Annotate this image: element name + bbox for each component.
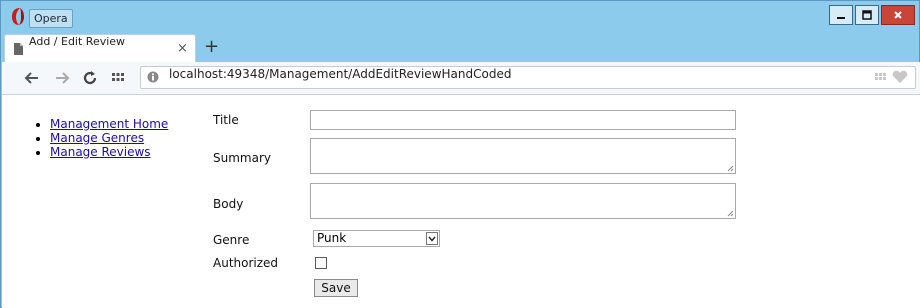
body-label: Body bbox=[213, 197, 244, 211]
resize-grip-icon[interactable] bbox=[727, 210, 734, 217]
summary-textarea[interactable] bbox=[310, 138, 736, 174]
dropdown-button[interactable] bbox=[426, 232, 438, 245]
genre-selected-value: Punk bbox=[317, 231, 347, 245]
forward-icon[interactable] bbox=[54, 70, 70, 86]
management-nav: Management Home Manage Genres Manage Rev… bbox=[14, 117, 168, 159]
maximize-icon bbox=[862, 10, 872, 20]
bookmark-heart-icon[interactable] bbox=[875, 70, 909, 84]
minimize-button[interactable] bbox=[829, 5, 853, 25]
resize-grip-icon[interactable] bbox=[727, 165, 734, 172]
page-icon bbox=[14, 43, 23, 55]
maximize-button[interactable] bbox=[855, 5, 879, 25]
summary-label: Summary bbox=[213, 151, 271, 165]
title-label: Title bbox=[213, 113, 239, 127]
close-window-button[interactable] bbox=[881, 5, 915, 25]
management-home-link[interactable]: Management Home bbox=[50, 117, 168, 131]
body-textarea[interactable] bbox=[310, 183, 736, 219]
reload-icon[interactable] bbox=[82, 70, 98, 86]
browser-tab[interactable]: Add / Edit Review × bbox=[4, 34, 196, 62]
close-icon bbox=[894, 11, 902, 19]
list-item: Management Home bbox=[50, 117, 168, 131]
back-icon[interactable] bbox=[24, 70, 40, 86]
title-input[interactable] bbox=[310, 110, 736, 130]
new-tab-button[interactable]: + bbox=[204, 37, 219, 57]
site-info-icon[interactable] bbox=[147, 71, 159, 83]
window-controls bbox=[827, 5, 915, 27]
save-button[interactable]: Save bbox=[314, 279, 358, 297]
list-item: Manage Reviews bbox=[50, 145, 168, 159]
browser-toolbar: localhost:49348/Management/AddEditReview… bbox=[2, 62, 920, 95]
genre-select[interactable]: Punk bbox=[313, 230, 440, 247]
opera-menu-button[interactable]: Opera bbox=[29, 9, 73, 28]
manage-reviews-link[interactable]: Manage Reviews bbox=[50, 145, 151, 159]
url-text[interactable]: localhost:49348/Management/AddEditReview… bbox=[169, 67, 511, 81]
authorized-label: Authorized bbox=[213, 256, 279, 270]
chevron-down-icon bbox=[428, 236, 436, 242]
title-bar: Opera bbox=[1, 1, 919, 31]
tab-title: Add / Edit Review bbox=[29, 35, 126, 48]
authorized-checkbox[interactable] bbox=[315, 257, 327, 269]
speed-dial-icon[interactable] bbox=[110, 70, 126, 86]
manage-genres-link[interactable]: Manage Genres bbox=[50, 131, 144, 145]
list-item: Manage Genres bbox=[50, 131, 168, 145]
address-bar[interactable]: localhost:49348/Management/AddEditReview… bbox=[140, 66, 916, 89]
genre-label: Genre bbox=[213, 233, 250, 247]
browser-window: Opera Add / Edit Review × + localhost:49… bbox=[0, 0, 920, 308]
tab-close-icon[interactable]: × bbox=[177, 35, 188, 62]
minimize-icon bbox=[837, 17, 845, 19]
page-content: Management Home Manage Genres Manage Rev… bbox=[2, 95, 920, 308]
opera-logo-icon[interactable] bbox=[11, 7, 25, 26]
